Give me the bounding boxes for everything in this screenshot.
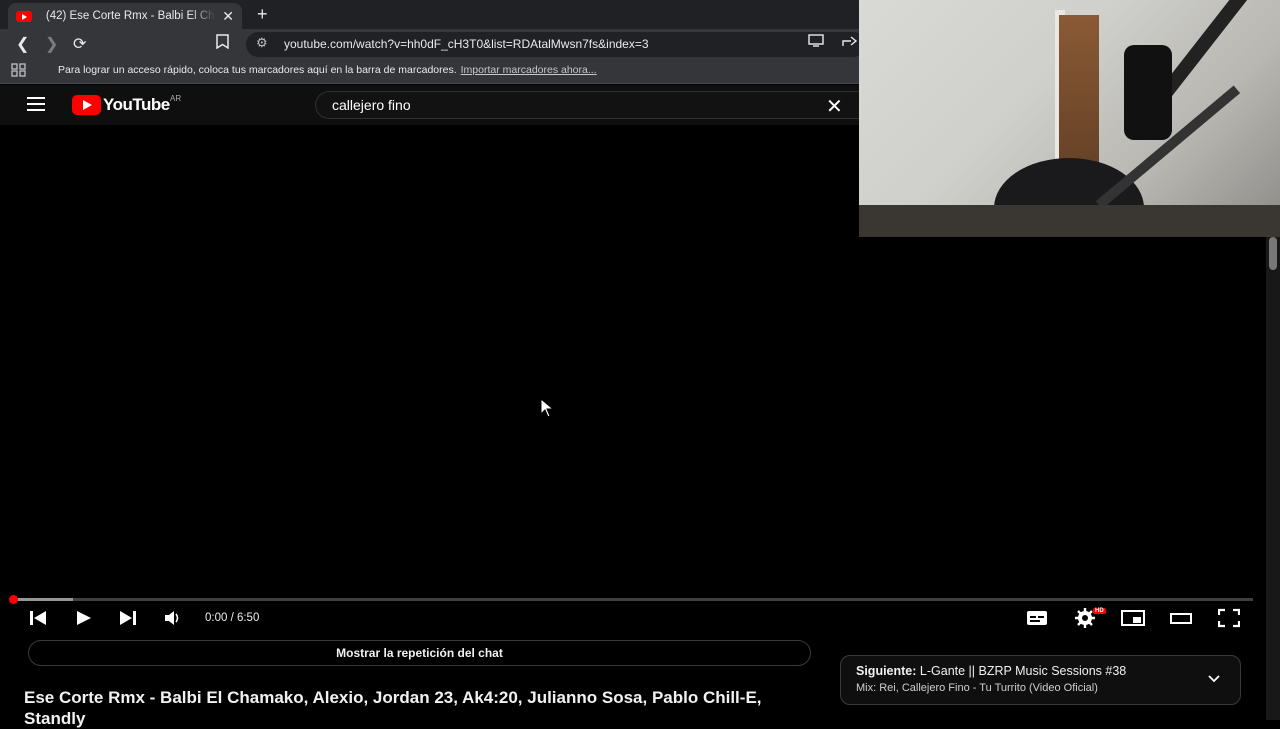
apps-grid-icon[interactable] [11, 63, 27, 80]
clear-search-icon[interactable]: ✕ [826, 94, 843, 119]
bookmarks-message-text: Para lograr un acceso rápido, coloca tus… [58, 64, 457, 76]
webcam-desk [859, 205, 1280, 237]
theater-mode-icon[interactable] [1170, 608, 1192, 633]
youtube-logo[interactable]: YouTube AR [72, 94, 181, 115]
miniplayer-icon[interactable] [1121, 608, 1145, 633]
up-next-label: Siguiente: [856, 664, 917, 678]
mouse-cursor-icon [540, 397, 555, 423]
scrollbar-thumb[interactable] [1269, 237, 1277, 270]
tab-close-icon[interactable]: ✕ [222, 8, 234, 25]
time-display: 0:00 / 6:50 [205, 612, 260, 624]
up-next-heading: Siguiente: L-Gante || BZRP Music Session… [856, 664, 1126, 678]
video-title: Ese Corte Rmx - Balbi El Chamako, Alexio… [24, 688, 762, 728]
fullscreen-icon[interactable] [1217, 608, 1241, 633]
play-icon[interactable] [76, 608, 92, 633]
country-code: AR [170, 94, 182, 103]
progress-bar[interactable] [9, 595, 1253, 604]
browser-tab-active[interactable]: (42) Ese Corte Rmx - Balbi El Chamako ✕ [8, 3, 242, 29]
up-next-title: L-Gante || BZRP Music Sessions #38 [919, 664, 1127, 678]
search-box: ✕ [315, 91, 860, 119]
share-icon[interactable] [842, 34, 858, 52]
import-bookmarks-link[interactable]: Importar marcadores ahora... [461, 64, 597, 76]
back-icon[interactable]: ❮ [16, 34, 29, 54]
subtitles-icon[interactable] [1026, 608, 1048, 633]
up-next-card[interactable]: Siguiente: L-Gante || BZRP Music Session… [840, 655, 1241, 705]
install-app-icon[interactable] [808, 34, 824, 52]
bookmark-icon[interactable] [216, 34, 229, 54]
previous-icon[interactable] [29, 608, 47, 633]
search-input[interactable] [330, 96, 810, 114]
show-chat-replay-button[interactable]: Mostrar la repetición del chat [28, 640, 811, 666]
new-tab-button[interactable]: + [257, 4, 268, 25]
volume-icon[interactable] [164, 608, 182, 633]
forward-icon[interactable]: ❯ [45, 34, 58, 54]
reload-icon[interactable]: ⟳ [73, 34, 86, 54]
youtube-play-logo-icon [72, 95, 101, 115]
menu-icon[interactable] [27, 97, 45, 111]
up-next-mix: Mix: Rei, Callejero Fino - Tu Turrito (V… [856, 682, 1098, 694]
scrubber-handle[interactable] [9, 595, 18, 604]
page-scrollbar[interactable] [1266, 237, 1280, 720]
webcam-microphone [1124, 45, 1172, 140]
youtube-favicon-icon [16, 10, 32, 22]
site-info-icon[interactable]: ⚙ [256, 35, 268, 51]
next-icon[interactable] [119, 608, 137, 633]
hd-badge: HD [1093, 608, 1106, 614]
webcam-overlay [859, 0, 1280, 237]
chevron-down-icon[interactable] [1207, 671, 1221, 687]
tab-title: (42) Ese Corte Rmx - Balbi El Chamako [45, 10, 216, 22]
bookmarks-message: Para lograr un acceso rápido, coloca tus… [58, 64, 597, 76]
youtube-logo-text: YouTube [103, 95, 170, 114]
address-bar[interactable]: ⚙ youtube.com/watch?v=hh0dF_cH3T0&list=R… [246, 32, 866, 57]
url-text: youtube.com/watch?v=hh0dF_cH3T0&list=RDA… [284, 37, 649, 51]
buffered-bar [13, 598, 73, 601]
